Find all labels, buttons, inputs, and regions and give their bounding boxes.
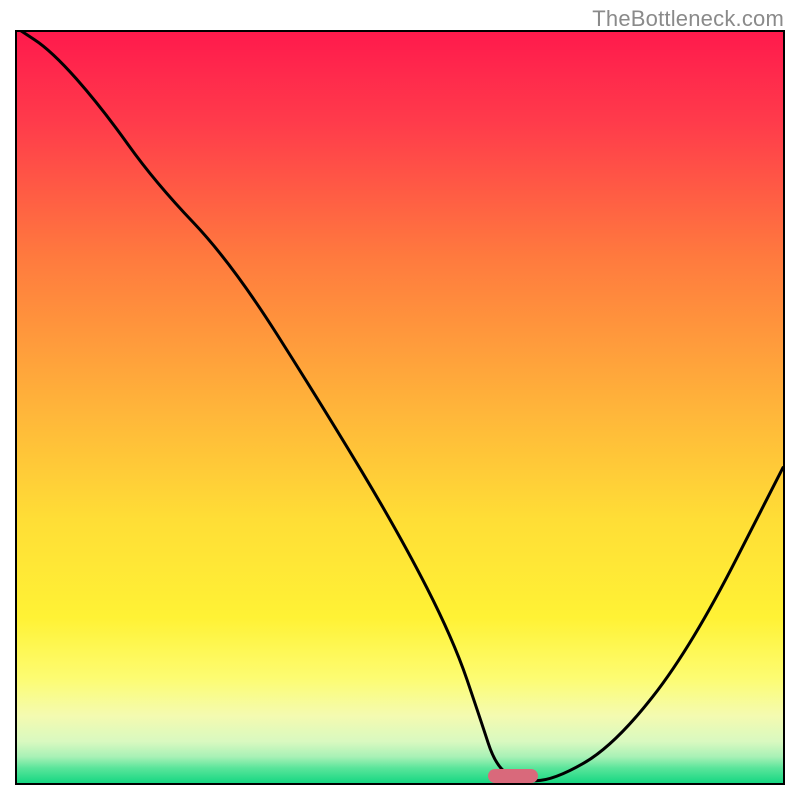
optimal-range-marker	[488, 769, 538, 783]
chart-area	[15, 30, 785, 785]
bottleneck-curve	[17, 32, 783, 783]
curve-path	[17, 30, 783, 781]
watermark-text: TheBottleneck.com	[592, 6, 784, 32]
